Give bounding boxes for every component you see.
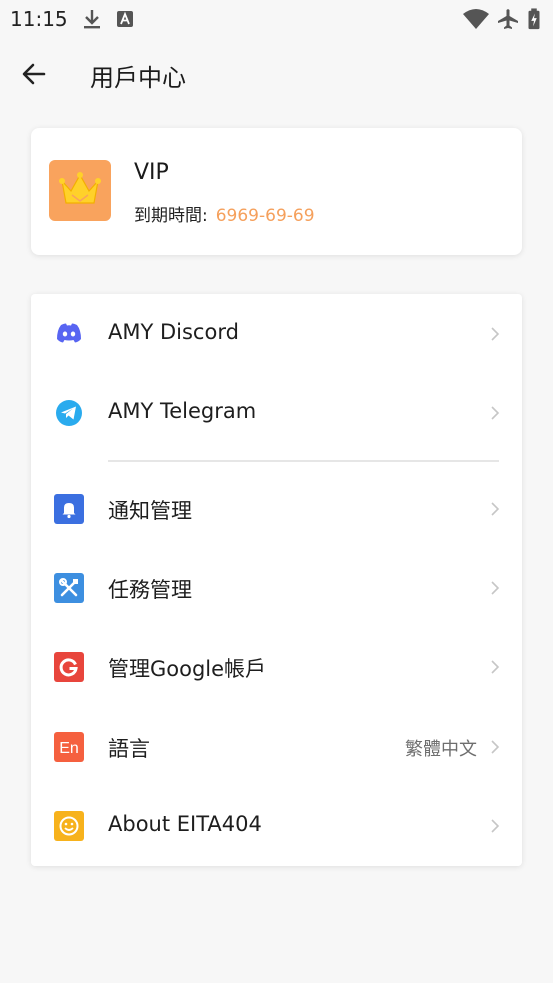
menu-item-label: 管理Google帳戶 <box>108 657 267 681</box>
menu-item-label: About EITA404 <box>108 812 262 836</box>
status-bar: 11:15 <box>0 0 553 38</box>
vip-label: VIP <box>134 160 169 185</box>
crown-badge <box>49 160 111 221</box>
telegram-icon <box>56 400 82 426</box>
vip-card: VIP 到期時間: 6969-69-69 <box>31 128 522 255</box>
language-icon: En <box>54 732 84 762</box>
chevron-right-icon <box>491 660 500 674</box>
menu-item-about[interactable]: About EITA404 <box>31 791 522 861</box>
svg-text:En: En <box>59 740 79 757</box>
chevron-right-icon <box>491 740 500 754</box>
smiley-icon <box>54 811 84 841</box>
expiry-label: 到期時間: <box>134 206 208 226</box>
expiry-line: 到期時間: 6969-69-69 <box>134 201 315 226</box>
top-app-bar: 用戶中心 <box>0 40 553 110</box>
airplane-icon <box>498 9 518 29</box>
menu-item-telegram[interactable]: AMY Telegram <box>31 378 522 448</box>
chevron-right-icon <box>491 581 500 595</box>
menu-item-label: 語言 <box>108 737 150 761</box>
menu-item-google-account[interactable]: 管理Google帳戶 <box>31 632 522 702</box>
menu-item-label: AMY Discord <box>108 320 239 344</box>
menu-item-notifications[interactable]: 通知管理 <box>31 474 522 544</box>
menu-item-label: 任務管理 <box>108 578 192 602</box>
menu-item-label: AMY Telegram <box>108 399 257 423</box>
bell-icon <box>54 494 84 524</box>
battery-charging-icon <box>528 8 540 30</box>
google-icon <box>54 652 84 682</box>
menu-item-tasks[interactable]: 任務管理 <box>31 553 522 623</box>
language-value: 繁體中文 <box>405 739 477 760</box>
tools-icon <box>54 573 84 603</box>
crown-icon <box>59 172 101 204</box>
font-app-icon <box>117 11 133 27</box>
menu-item-discord[interactable]: AMY Discord <box>31 299 522 369</box>
menu-item-language[interactable]: En 語言 繁體中文 <box>31 712 522 782</box>
back-arrow-icon[interactable] <box>18 58 50 90</box>
page-title: 用戶中心 <box>90 64 186 92</box>
section-divider <box>108 460 499 462</box>
chevron-right-icon <box>491 819 500 833</box>
download-icon <box>84 10 100 29</box>
menu-item-label: 通知管理 <box>108 499 192 523</box>
chevron-right-icon <box>491 327 500 341</box>
discord-icon <box>57 323 81 343</box>
chevron-right-icon <box>491 406 500 420</box>
chevron-right-icon <box>491 502 500 516</box>
status-time: 11:15 <box>10 7 68 31</box>
wifi-icon <box>463 9 489 29</box>
expiry-date: 6969-69-69 <box>215 206 315 226</box>
menu-card: AMY Discord AMY Telegram 通知管理 任務管理 管理Goo… <box>31 294 522 866</box>
